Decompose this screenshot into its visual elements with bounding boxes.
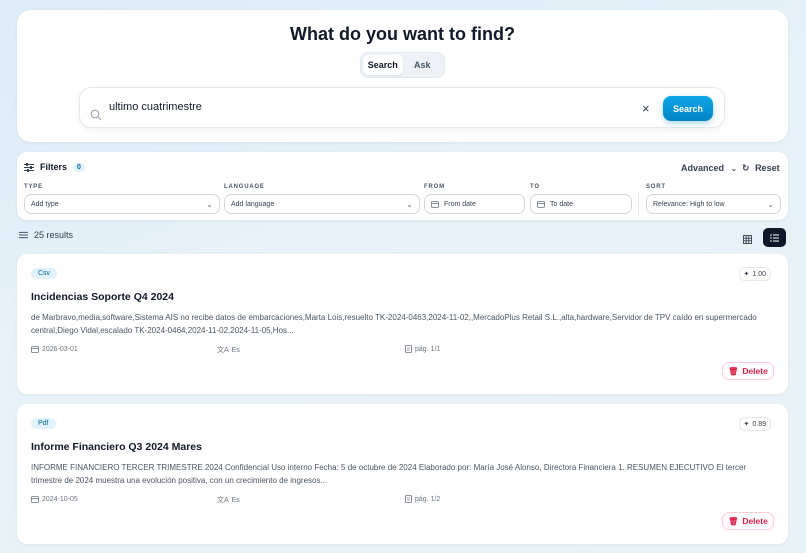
search-icon xyxy=(90,109,102,121)
mode-search-button[interactable]: Search xyxy=(363,55,403,75)
filters-card: Filters 0 Advanced ⌄ ↻ Reset TYPE Add ty… xyxy=(17,152,788,220)
list-icon xyxy=(770,233,779,242)
translate-icon: 文A xyxy=(217,497,229,504)
type-filter-label: TYPE xyxy=(24,184,43,190)
search-input[interactable]: ultimo cuatrimestre xyxy=(109,101,202,113)
sliders-icon xyxy=(24,162,34,172)
reset-icon: ↻ xyxy=(742,163,750,173)
to-date-placeholder: To date xyxy=(550,200,573,208)
from-date-input[interactable]: From date xyxy=(424,194,525,214)
type-select-value: Add type xyxy=(31,200,59,208)
file-icon xyxy=(405,495,412,503)
result-snippet: de Marbravo,media,software,Sistema AIS n… xyxy=(31,313,757,335)
from-filter-label: FROM xyxy=(424,184,445,190)
to-date-input[interactable]: To date xyxy=(530,194,632,214)
advanced-label: Advanced xyxy=(681,163,725,173)
file-type-badge: Pdf xyxy=(31,418,56,429)
delete-label: Delete xyxy=(742,366,768,376)
delete-button[interactable]: 🗑 Delete xyxy=(722,362,774,380)
result-language-value: Es xyxy=(231,346,240,354)
mode-ask-button[interactable]: Ask xyxy=(403,55,443,75)
result-snippet: INFORME FINANCIERO TERCER TRIMESTRE 2024… xyxy=(31,463,747,485)
result-title[interactable]: Informe Financiero Q3 2024 Mares xyxy=(31,441,202,453)
score-badge: ✦ 1.00 xyxy=(738,267,771,281)
sparkle-icon: ✦ xyxy=(743,271,750,278)
result-date-value: 2024-10-05 xyxy=(42,495,78,503)
score-badge: ✦ 0.89 xyxy=(738,417,771,431)
chevron-down-icon: ⌄ xyxy=(206,200,213,209)
filters-label: Filters xyxy=(40,162,68,172)
trash-icon: 🗑 xyxy=(728,366,739,376)
search-box: ultimo cuatrimestre × Search xyxy=(79,87,725,128)
result-date-value: 2026-03-01 xyxy=(42,345,78,353)
results-summary: 25 results xyxy=(19,230,73,240)
clear-search-icon[interactable]: × xyxy=(642,101,650,116)
type-select[interactable]: Add type ⌄ xyxy=(24,194,220,214)
result-pages: pág. 1/1 xyxy=(405,345,440,353)
calendar-icon xyxy=(31,496,39,503)
result-pages-value: pág. 1/1 xyxy=(415,345,441,353)
trash-icon: 🗑 xyxy=(728,516,739,526)
sort-select[interactable]: Relevance: High to low ⌄ xyxy=(646,194,781,214)
calendar-icon xyxy=(31,346,39,353)
search-card: What do you want to find? Search Ask ult… xyxy=(17,10,788,142)
sort-filter-label: SORT xyxy=(646,184,666,190)
result-card[interactable]: Pdf ✦ 0.89 Informe Financiero Q3 2024 Ma… xyxy=(17,404,788,544)
score-value: 1.00 xyxy=(752,270,766,278)
translate-icon: 文A xyxy=(217,347,229,354)
language-select-value: Add language xyxy=(231,200,275,208)
file-type-badge: Csv xyxy=(31,268,58,279)
reset-label: Reset xyxy=(755,163,780,173)
result-date: 2026-03-01 xyxy=(31,345,78,353)
result-language-value: Es xyxy=(231,496,240,504)
chevron-down-icon: ⌄ xyxy=(767,200,774,209)
grid-view-button[interactable] xyxy=(738,230,756,248)
from-date-placeholder: From date xyxy=(444,200,476,208)
delete-button[interactable]: 🗑 Delete xyxy=(722,512,774,530)
chevron-down-icon: ⌄ xyxy=(406,200,413,209)
calendar-icon xyxy=(431,201,439,208)
result-pages: pág. 1/2 xyxy=(405,495,440,503)
result-card[interactable]: Csv ✦ 1.00 Incidencias Soporte Q4 2024 d… xyxy=(17,254,788,394)
list-view-button[interactable] xyxy=(763,228,786,247)
language-select[interactable]: Add language ⌄ xyxy=(224,194,420,214)
filters-toggle[interactable]: Filters 0 xyxy=(24,162,85,172)
sort-select-value: Relevance: High to low xyxy=(653,200,725,208)
score-value: 0.89 xyxy=(752,420,766,428)
language-filter-label: LANGUAGE xyxy=(224,184,265,190)
file-icon xyxy=(405,345,412,353)
reset-button[interactable]: ↻ Reset xyxy=(742,163,780,174)
result-pages-value: pág. 1/2 xyxy=(415,495,441,503)
grid-icon xyxy=(742,234,752,244)
result-language: 文A Es xyxy=(217,495,240,505)
sliders-icon xyxy=(19,231,28,239)
page-title: What do you want to find? xyxy=(290,24,515,44)
result-language: 文A Es xyxy=(217,345,240,355)
advanced-button[interactable]: Advanced ⌄ xyxy=(681,163,737,173)
mode-toggle: Search Ask xyxy=(360,52,445,78)
filters-count-badge: 0 xyxy=(73,162,85,172)
delete-label: Delete xyxy=(742,516,768,526)
to-filter-label: TO xyxy=(530,184,540,190)
results-count: 25 results xyxy=(34,230,74,240)
search-button[interactable]: Search xyxy=(663,96,713,121)
divider xyxy=(638,194,639,214)
calendar-icon xyxy=(537,201,545,208)
result-date: 2024-10-05 xyxy=(31,495,78,503)
sparkle-icon: ✦ xyxy=(743,421,750,428)
result-title[interactable]: Incidencias Soporte Q4 2024 xyxy=(31,291,174,303)
chevron-down-icon: ⌄ xyxy=(730,164,738,173)
